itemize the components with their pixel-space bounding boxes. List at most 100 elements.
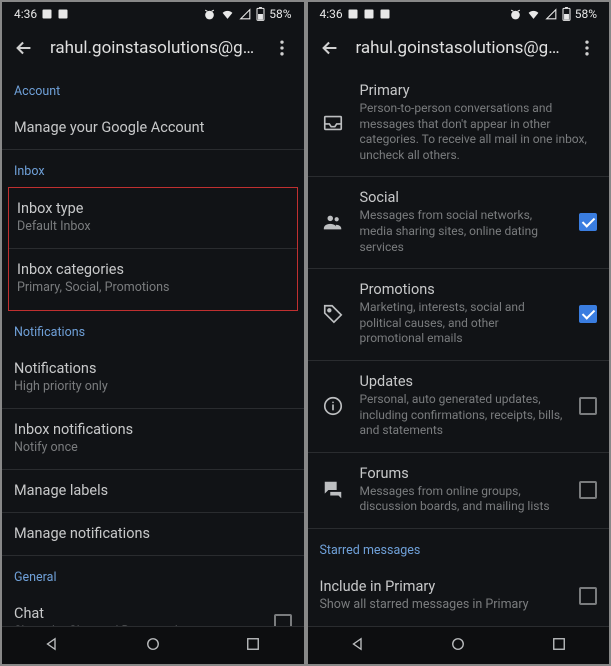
- row-label: Updates: [360, 373, 566, 390]
- row-manage-labels[interactable]: Manage labels: [2, 470, 304, 513]
- section-notifications: Notifications: [2, 311, 304, 348]
- wifi-icon: [220, 8, 235, 21]
- row-sublabel: Notify once: [14, 440, 292, 456]
- status-app-icon: [379, 8, 391, 20]
- more-vert-icon: [577, 38, 597, 58]
- row-label: Inbox categories: [17, 261, 289, 278]
- row-cat-promotions[interactable]: Promotions Marketing, interests, social …: [308, 269, 610, 361]
- row-sublabel: Marketing, interests, social and politic…: [360, 300, 566, 347]
- row-sublabel: High priority only: [14, 379, 292, 395]
- section-inbox: Inbox: [2, 150, 304, 187]
- row-label: Manage labels: [14, 482, 292, 499]
- back-button[interactable]: [316, 34, 344, 62]
- row-sublabel: Messages from social networks, media sha…: [360, 208, 566, 255]
- wifi-icon: [526, 8, 541, 21]
- nav-home[interactable]: [144, 635, 162, 657]
- overflow-button[interactable]: [268, 34, 296, 62]
- nav-home[interactable]: [449, 635, 467, 657]
- row-inbox-categories[interactable]: Inbox categories Primary, Social, Promot…: [9, 249, 297, 309]
- alarm-icon: [509, 8, 522, 21]
- row-manage-account[interactable]: Manage your Google Account: [2, 107, 304, 150]
- row-sublabel: Default Inbox: [17, 219, 289, 235]
- app-bar: rahul.goinstasolutions@gmail....: [2, 26, 304, 70]
- checkbox-promotions[interactable]: [579, 305, 597, 323]
- status-app-icon: [57, 8, 69, 20]
- row-label: Notifications: [14, 360, 292, 377]
- row-cat-social[interactable]: Social Messages from social networks, me…: [308, 177, 610, 269]
- triangle-back-icon: [349, 635, 367, 653]
- row-sublabel: Personal, auto generated updates, includ…: [360, 392, 566, 439]
- nav-recent[interactable]: [550, 635, 568, 657]
- row-label: Manage your Google Account: [14, 119, 292, 136]
- circle-home-icon: [144, 635, 162, 653]
- row-sublabel: Person-to-person conversations and messa…: [360, 101, 598, 163]
- info-icon: [322, 395, 344, 417]
- row-label: Social: [360, 189, 566, 206]
- people-icon: [322, 211, 344, 233]
- checkbox-social[interactable]: [579, 213, 597, 231]
- signal-icon: [545, 8, 558, 21]
- row-sublabel: Show all starred messages in Primary: [320, 597, 572, 613]
- status-time: 4:36: [14, 7, 37, 21]
- phone-right: 4:36 58% rahul.goinstasolutions@gmail...…: [308, 2, 610, 664]
- row-label: Chat: [14, 605, 266, 622]
- nav-bar: [308, 626, 610, 664]
- circle-home-icon: [449, 635, 467, 653]
- row-sublabel: Primary, Social, Promotions: [17, 280, 289, 296]
- nav-back[interactable]: [43, 635, 61, 657]
- settings-list: Account Manage your Google Account Inbox…: [2, 70, 304, 626]
- app-bar: rahul.goinstasolutions@gmail....: [308, 26, 610, 70]
- section-general: General: [2, 556, 304, 593]
- row-label: Manage notifications: [14, 525, 292, 542]
- row-label: Primary: [360, 82, 598, 99]
- tag-icon: [322, 303, 344, 325]
- status-app-icon: [363, 8, 375, 20]
- overflow-button[interactable]: [573, 34, 601, 62]
- square-recent-icon: [550, 635, 568, 653]
- alarm-icon: [203, 8, 216, 21]
- highlight-box: Inbox type Default Inbox Inbox categorie…: [8, 187, 298, 311]
- row-cat-updates[interactable]: Updates Personal, auto generated updates…: [308, 361, 610, 453]
- nav-recent[interactable]: [244, 635, 262, 657]
- row-inbox-notifications[interactable]: Inbox notifications Notify once: [2, 409, 304, 470]
- row-inbox-type[interactable]: Inbox type Default Inbox: [9, 188, 297, 249]
- checkbox-updates[interactable]: [579, 397, 597, 415]
- forum-icon: [322, 479, 344, 501]
- row-cat-forums[interactable]: Forums Messages from online groups, disc…: [308, 453, 610, 529]
- row-label: Include in Primary: [320, 578, 572, 595]
- status-battery: 58%: [575, 7, 597, 21]
- appbar-title: rahul.goinstasolutions@gmail....: [356, 38, 562, 58]
- inbox-icon: [322, 112, 344, 134]
- arrow-back-icon: [13, 37, 35, 59]
- signal-icon: [239, 8, 252, 21]
- row-cat-primary[interactable]: Primary Person-to-person conversations a…: [308, 70, 610, 177]
- status-time: 4:36: [320, 7, 343, 21]
- row-chat[interactable]: Chat Show the Chat and Rooms tabs: [2, 593, 304, 626]
- square-recent-icon: [244, 635, 262, 653]
- status-bar: 4:36 58%: [308, 2, 610, 26]
- row-label: Forums: [360, 465, 566, 482]
- status-bar: 4:36 58%: [2, 2, 304, 26]
- section-account: Account: [2, 70, 304, 107]
- status-battery: 58%: [269, 7, 291, 21]
- checkbox-include-primary[interactable]: [579, 587, 597, 605]
- nav-back[interactable]: [349, 635, 367, 657]
- categories-list: Primary Person-to-person conversations a…: [308, 70, 610, 626]
- status-app-icon: [347, 8, 359, 20]
- checkbox-chat[interactable]: [274, 614, 292, 626]
- row-manage-notifications[interactable]: Manage notifications: [2, 513, 304, 556]
- row-label: Promotions: [360, 281, 566, 298]
- battery-icon: [256, 7, 265, 21]
- arrow-back-icon: [319, 37, 341, 59]
- checkbox-forums[interactable]: [579, 481, 597, 499]
- triangle-back-icon: [43, 635, 61, 653]
- section-starred: Starred messages: [308, 529, 610, 566]
- row-notifications[interactable]: Notifications High priority only: [2, 348, 304, 409]
- more-vert-icon: [272, 38, 292, 58]
- battery-icon: [562, 7, 571, 21]
- appbar-title: rahul.goinstasolutions@gmail....: [50, 38, 256, 58]
- row-include-primary[interactable]: Include in Primary Show all starred mess…: [308, 566, 610, 626]
- phone-left: 4:36 58% rahul.goinstasolutions@gmail...…: [2, 2, 304, 664]
- back-button[interactable]: [10, 34, 38, 62]
- row-label: Inbox notifications: [14, 421, 292, 438]
